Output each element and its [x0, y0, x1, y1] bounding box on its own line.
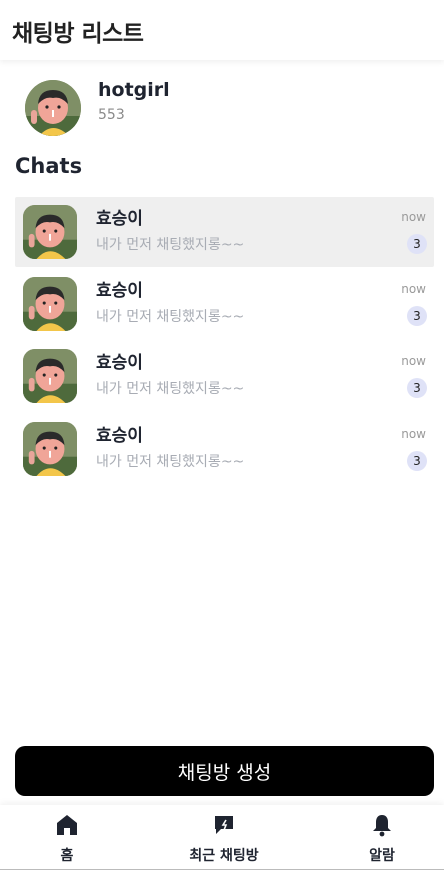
home-icon [57, 815, 77, 835]
chat-name: 효승이 [96, 209, 143, 229]
chat-list-item[interactable]: 효승이 내가 먼저 채팅했지롱~~ now 3 [15, 197, 434, 267]
avatar-image [23, 349, 77, 403]
page-title: 채팅방 리스트 [12, 21, 144, 47]
chat-name: 효승이 [96, 353, 143, 373]
chat-name: 효승이 [96, 426, 143, 446]
chat-time: now [401, 282, 426, 296]
tab-alarm[interactable]: 알람 [342, 805, 422, 869]
chat-time: now [401, 354, 426, 368]
chat-list-item[interactable]: 효승이 내가 먼저 채팅했지롱~~ now 3 [15, 269, 434, 339]
chat-avatar [23, 422, 77, 476]
unread-badge: 3 [407, 378, 427, 398]
unread-badge: 3 [407, 451, 427, 471]
bell-icon [373, 815, 391, 837]
profile-avatar[interactable] [25, 80, 81, 136]
chat-time: now [401, 210, 426, 224]
profile-name: hotgirl [98, 79, 170, 101]
avatar-image [23, 422, 77, 476]
chat-time: now [401, 427, 426, 441]
chat-preview: 내가 먼저 채팅했지롱~~ [96, 454, 245, 470]
chat-avatar [23, 349, 77, 403]
chat-name: 효승이 [96, 281, 143, 301]
chat-preview: 내가 먼저 채팅했지롱~~ [96, 309, 245, 325]
chat-bubble-icon [215, 816, 233, 834]
tab-label: 최근 채팅방 [189, 848, 259, 864]
chat-preview: 내가 먼저 채팅했지롱~~ [96, 237, 245, 253]
tab-label: 알람 [369, 848, 395, 864]
avatar-image [25, 80, 81, 136]
chat-avatar [23, 277, 77, 331]
app-header: 채팅방 리스트 [0, 0, 444, 60]
avatar-image [23, 277, 77, 331]
chat-list-item[interactable]: 효승이 내가 먼저 채팅했지롱~~ now 3 [15, 341, 434, 411]
tab-home[interactable]: 홈 [27, 805, 107, 869]
bottom-tab-bar: 홈 최근 채팅방 알람 [0, 805, 444, 870]
profile-subtext: 553 [98, 107, 125, 123]
unread-badge: 3 [407, 234, 427, 254]
avatar-image [23, 205, 77, 259]
unread-badge: 3 [407, 306, 427, 326]
tab-recent-chats[interactable]: 최근 채팅방 [164, 805, 284, 869]
chat-preview: 내가 먼저 채팅했지롱~~ [96, 381, 245, 397]
tab-label: 홈 [60, 848, 74, 864]
chat-avatar [23, 205, 77, 259]
chats-section-title: Chats [15, 154, 83, 178]
chat-list-item[interactable]: 효승이 내가 먼저 채팅했지롱~~ now 3 [15, 414, 434, 484]
create-chatroom-button[interactable]: 채팅방 생성 [15, 746, 434, 796]
